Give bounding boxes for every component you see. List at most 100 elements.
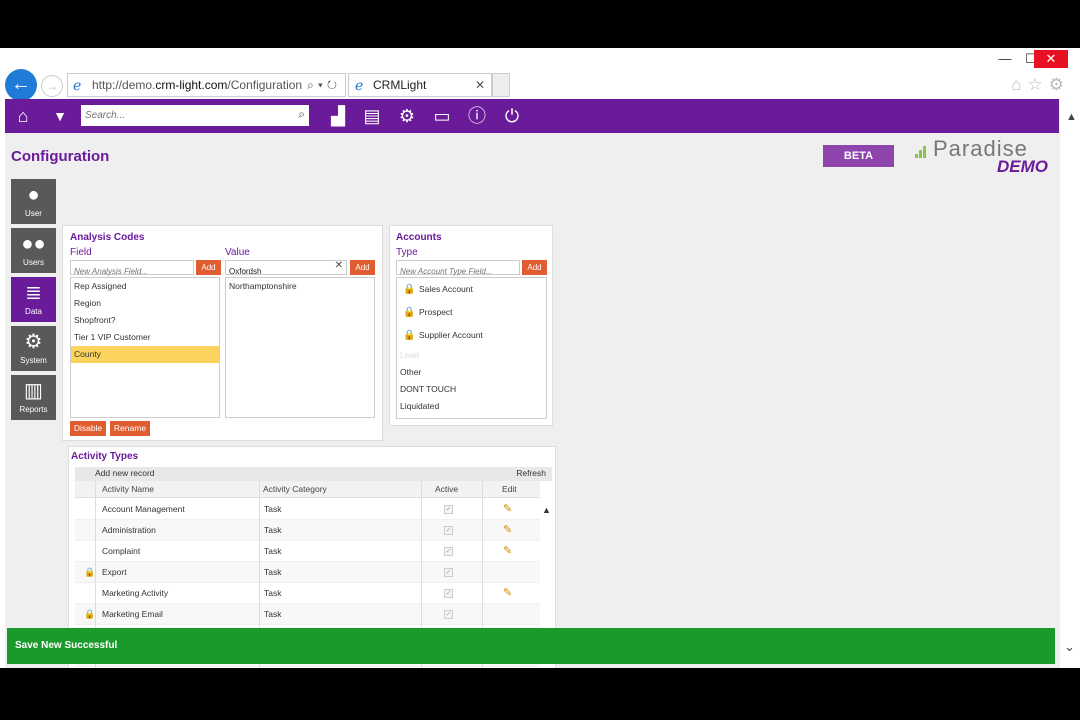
- tab-close-icon[interactable]: ✕: [475, 74, 485, 96]
- search-icon[interactable]: ⌕: [298, 107, 305, 122]
- home-icon[interactable]: ⌂: [8, 99, 38, 133]
- cell-activity-category: Task: [264, 567, 282, 577]
- grid-scroll-up-icon[interactable]: ▲: [542, 505, 551, 515]
- edit-pencil-icon[interactable]: ✎: [503, 583, 512, 604]
- tab-favicon-icon: ℯ: [355, 77, 364, 93]
- search-icon[interactable]: ⌕: [307, 78, 318, 92]
- lock-icon: 🔒: [403, 284, 416, 295]
- clear-value-icon[interactable]: ✕: [335, 260, 343, 271]
- list-item[interactable]: DONT TOUCH: [397, 381, 546, 398]
- filter-icon[interactable]: ▼: [45, 99, 75, 133]
- list-item[interactable]: 🔒 Supplier Account: [397, 324, 546, 347]
- active-checkbox[interactable]: ✓: [444, 505, 453, 514]
- table-row[interactable]: Complaint Task ✓ ✎: [75, 541, 540, 562]
- analysis-fields-list: Rep Assigned Region Shopfront? Tier 1 VI…: [70, 277, 220, 418]
- col-active[interactable]: Active: [435, 481, 458, 498]
- list-item-faded[interactable]: Lead: [397, 347, 546, 364]
- address-bar[interactable]: ℯ http://demo.crm-light.com/Configuratio…: [67, 73, 346, 97]
- nav-user[interactable]: ● User: [11, 179, 56, 224]
- power-icon[interactable]: ⏻: [497, 99, 527, 133]
- active-checkbox[interactable]: ✓: [444, 568, 453, 577]
- col-edit[interactable]: Edit: [502, 481, 517, 498]
- browser-tab[interactable]: ℯ CRMLight ✕: [348, 73, 492, 97]
- refresh-icon[interactable]: ↻: [327, 78, 341, 92]
- edit-pencil-icon[interactable]: ✎: [503, 520, 512, 541]
- home-icon[interactable]: ⌂: [1011, 75, 1027, 94]
- lock-icon: 🔒: [84, 609, 96, 619]
- active-checkbox[interactable]: ✓: [444, 526, 453, 535]
- active-checkbox[interactable]: ✓: [444, 589, 453, 598]
- analysis-codes-title: Analysis Codes: [70, 232, 145, 243]
- nav-users[interactable]: ●● Users: [11, 228, 56, 273]
- nav-reports[interactable]: ▥ Reports: [11, 375, 56, 420]
- settings-gears-icon[interactable]: ⚙: [392, 99, 422, 133]
- list-item[interactable]: 🔒 Sales Account: [397, 278, 546, 301]
- disable-button[interactable]: Disable: [70, 421, 106, 436]
- list-item[interactable]: 🔒 Prospect: [397, 301, 546, 324]
- page-scrollbar[interactable]: ▲ ⌄: [1059, 99, 1080, 668]
- info-icon[interactable]: ⓘ: [462, 99, 492, 133]
- nav-system[interactable]: ⚙ System: [11, 326, 56, 371]
- minimize-button[interactable]: —: [992, 50, 1018, 68]
- edit-pencil-icon[interactable]: ✎: [503, 541, 512, 562]
- cell-activity-name: Marketing Activity: [102, 588, 169, 598]
- user-icon: ●: [27, 184, 40, 206]
- back-button[interactable]: ←: [5, 69, 37, 101]
- chat-icon[interactable]: ▭: [427, 99, 457, 133]
- table-row[interactable]: Administration Task ✓ ✎: [75, 520, 540, 541]
- activity-types-title: Activity Types: [71, 451, 139, 462]
- settings-gear-icon[interactable]: ⚙: [1049, 75, 1070, 94]
- new-tab-button[interactable]: [492, 73, 510, 97]
- list-item[interactable]: Rep Assigned: [71, 278, 219, 295]
- accounts-panel: Accounts Type Add 🔒Sales Account 🔒Prospe…: [389, 225, 553, 426]
- table-row[interactable]: Account Management Task ✓ ✎: [75, 499, 540, 520]
- favorites-star-icon[interactable]: ☆: [1028, 75, 1049, 94]
- active-checkbox[interactable]: ✓: [444, 547, 453, 556]
- url-prefix: http://demo.: [92, 78, 156, 92]
- nav-data[interactable]: ≣ Data: [11, 277, 56, 322]
- nav-user-label: User: [25, 209, 42, 218]
- list-item-selected[interactable]: County: [71, 346, 219, 363]
- search-box: ⌕: [81, 105, 309, 126]
- scroll-down-icon[interactable]: ⌄: [1064, 639, 1075, 655]
- type-label: Type: [396, 247, 418, 258]
- add-analysis-field-button[interactable]: Add: [196, 260, 221, 275]
- address-tools: ⌕▾↻: [307, 74, 341, 96]
- page-content: Configuration BETA Paradise DEMO ● User …: [5, 133, 1059, 668]
- table-row[interactable]: 🔒 Marketing Email Task ✓: [75, 604, 540, 625]
- list-item[interactable]: Shopfront?: [71, 312, 219, 329]
- list-item[interactable]: Liquidated: [397, 398, 546, 415]
- rename-button[interactable]: Rename: [110, 421, 150, 436]
- forward-arrow-icon: →: [46, 79, 58, 93]
- document-icon[interactable]: ▤: [357, 99, 387, 133]
- table-row[interactable]: 🔒 Export Task ✓: [75, 562, 540, 583]
- database-icon: ≣: [25, 282, 42, 304]
- search-input[interactable]: [81, 105, 281, 126]
- col-activity-name[interactable]: Activity Name: [102, 481, 154, 498]
- cell-activity-name: Complaint: [102, 546, 141, 556]
- add-new-record-link[interactable]: Add new record: [95, 468, 155, 478]
- cell-activity-name: Administration: [102, 525, 156, 535]
- nav-system-label: System: [20, 356, 47, 365]
- close-window-button[interactable]: ✕: [1034, 50, 1068, 68]
- col-activity-category[interactable]: Activity Category: [263, 481, 327, 498]
- field-label: Field: [70, 247, 92, 258]
- edit-pencil-icon[interactable]: ✎: [503, 499, 512, 520]
- forward-button[interactable]: →: [41, 75, 63, 97]
- add-analysis-value-button[interactable]: Add: [350, 260, 375, 275]
- beta-badge: BETA: [823, 145, 894, 167]
- list-item[interactable]: Region: [71, 295, 219, 312]
- add-account-type-button[interactable]: Add: [522, 260, 547, 275]
- list-item[interactable]: Northamptonshire: [226, 278, 374, 295]
- cell-activity-category: Task: [264, 504, 282, 514]
- cell-activity-category: Task: [264, 525, 282, 535]
- add-company-icon[interactable]: ▟: [323, 99, 353, 133]
- active-checkbox[interactable]: ✓: [444, 610, 453, 619]
- refresh-link[interactable]: Refresh: [516, 468, 546, 478]
- scroll-up-icon[interactable]: ▲: [1066, 111, 1077, 123]
- table-row[interactable]: Marketing Activity Task ✓ ✎: [75, 583, 540, 604]
- dropdown-icon[interactable]: ▾: [318, 78, 327, 92]
- list-item[interactable]: Other: [397, 364, 546, 381]
- list-item[interactable]: Tier 1 VIP Customer: [71, 329, 219, 346]
- new-analysis-field: [70, 260, 194, 278]
